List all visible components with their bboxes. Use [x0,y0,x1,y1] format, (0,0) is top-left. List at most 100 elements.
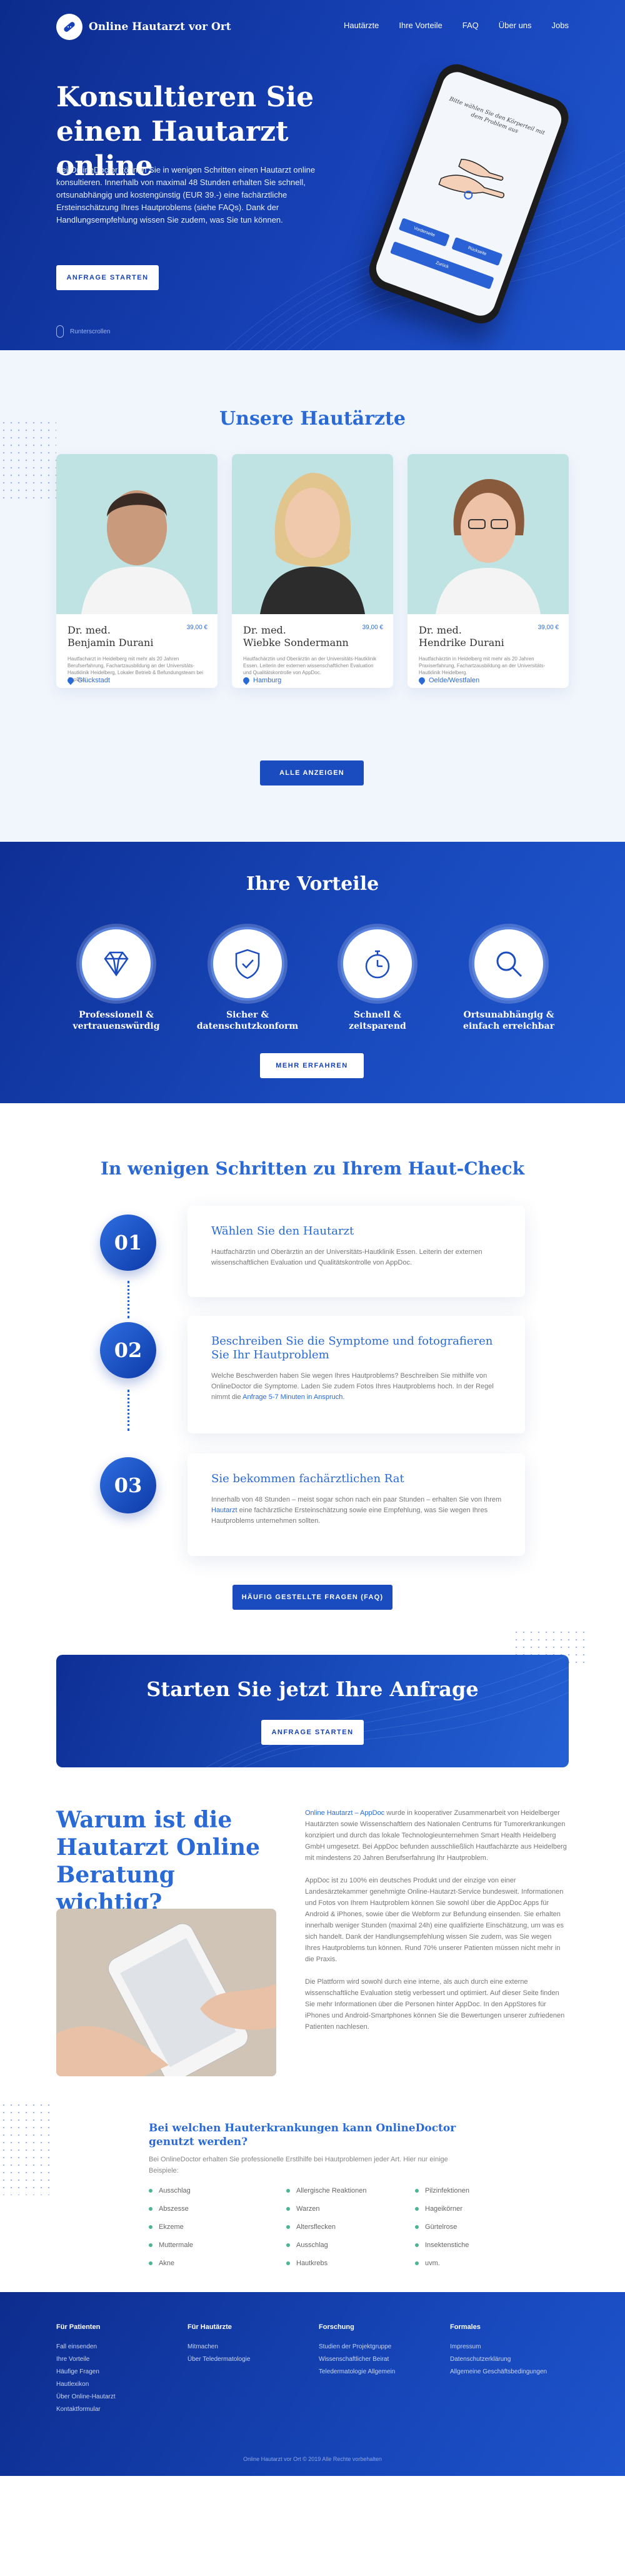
footer-link[interactable]: Teledermatologie Allgemein [319,2366,395,2378]
list-item-label: Pilzinfektionen [425,2186,469,2195]
magnifier-icon [472,927,546,1001]
banner-cta-button[interactable]: ANFRAGE STARTEN [261,1720,364,1745]
doctor-card[interactable]: Dr. med. Hendrike Durani 39,00 € Hautfach… [408,454,569,688]
nav-link-vorteile[interactable]: Ihre Vorteile [399,21,442,30]
bullet-icon [415,2261,419,2265]
nav-link-hautaerzte[interactable]: Hautärzte [344,21,379,30]
list-item: Warzen [286,2200,367,2218]
phone-front-button: Vorderseite [398,218,450,247]
step-text-link[interactable]: Hautarzt [211,1507,238,1514]
benefit-label-line1: Sicher & [226,1010,269,1020]
hand-illustration-icon [438,158,505,200]
benefit-label-line2: zeitsparend [349,1021,406,1031]
nav-link-jobs[interactable]: Jobs [552,21,569,30]
step-title: Beschreiben Sie die Symptome und fotogra… [211,1335,493,1361]
all-doctors-button[interactable]: ALLE ANZEIGEN [260,760,364,785]
shield-check-icon [211,927,284,1001]
doctor-photo [232,454,393,614]
doctor-name: Dr. med. Hendrike Durani [419,624,504,649]
benefit-label-line2: einfach erreichbar [463,1021,554,1031]
step-text-post: eine fachärztliche Ersteinschätzung sowi… [211,1507,488,1525]
bullet-icon [286,2261,290,2265]
list-item: Ausschlag [149,2181,193,2200]
list-item: Allergische Reaktionen [286,2181,367,2200]
bullet-icon [415,2243,419,2247]
location-pin-icon [241,675,251,685]
footer-link[interactable]: Ihre Vorteile [56,2353,115,2366]
benefits-section: Ihre Vorteile Professionell & vertrauensw… [0,842,625,1103]
benefit-item: Professionell & vertrauenswürdig [54,927,179,1032]
bullet-icon [149,2188,152,2193]
footer-link[interactable]: Impressum [450,2341,547,2353]
hero-section: Online Hautarzt vor Ort Hautärzte Ihre V… [0,0,625,350]
benefit-item: Sicher & datenschutzkonform [185,927,310,1032]
step-text-pre: Innerhalb von 48 Stunden – meist sogar s… [211,1496,502,1503]
doctor-fullname: Benjamin Durani [68,637,154,649]
list-item: Ausschlag [286,2236,367,2254]
doctor-fullname: Wiebke Sondermann [243,637,349,649]
doctor-location: Oelde/Westfalen [417,675,480,685]
faq-button[interactable]: HÄUFIG GESTELLTE FRAGEN (FAQ) [232,1585,392,1610]
footer-heading: Formales [450,2323,481,2331]
scroll-indicator[interactable]: Runterscrollen [56,325,110,338]
more-info-button[interactable]: MEHR ERFAHREN [260,1053,364,1078]
step-card: Wählen Sie den Hautarzt Hautfachärztin u… [188,1206,525,1297]
steps-section: In wenigen Schritten zu Ihrem Haut-Check… [0,1103,625,1789]
footer-link[interactable]: Häufige Fragen [56,2366,115,2378]
doctor-price: 39,00 € [186,624,208,631]
doctor-price: 39,00 € [362,624,383,631]
doctor-location-label: Oelde/Westfalen [429,677,480,684]
list-item-label: Muttermale [159,2241,194,2249]
logo-text: Online Hautarzt vor Ort [89,21,231,33]
bullet-icon [149,2261,152,2265]
list-item-label: Warzen [296,2205,320,2213]
doctor-card[interactable]: Dr. med. Benjamin Durani 39,00 € Hautfach… [56,454,218,688]
list-item-label: Ekzeme [159,2223,184,2231]
conditions-text: Bei OnlineDoctor erhalten Sie profession… [149,2156,448,2174]
appdoc-link[interactable]: Online Hautarzt – AppDoc [305,1809,384,1817]
list-item: Altersflecken [286,2218,367,2236]
benefit-label-line1: Ortsunabhängig & [463,1010,554,1020]
doctor-name: Dr. med. Benjamin Durani [68,624,153,649]
doctor-location-label: Hamburg [253,677,282,684]
footer-link[interactable]: Wissenschaftlicher Beirat [319,2353,395,2366]
logo[interactable]: Online Hautarzt vor Ort [56,14,231,40]
nav-link-ueber-uns[interactable]: Über uns [499,21,532,30]
footer-link[interactable]: Mitmachen [188,2341,250,2353]
footer-link[interactable]: Datenschutzerklärung [450,2353,547,2366]
doctor-card[interactable]: Dr. med. Wiebke Sondermann 39,00 € Hautfa… [232,454,393,688]
footer-link[interactable]: Hautlexikon [56,2378,115,2391]
list-item: Abszesse [149,2200,193,2218]
step-number: 01 [100,1215,156,1271]
stopwatch-icon [341,927,414,1001]
benefit-item: Ortsunabhängig & einfach erreichbar [446,927,571,1032]
nav-link-faq[interactable]: FAQ [462,21,479,30]
why-title: Warum ist die Hautarzt Online Beratung w… [56,1807,261,1916]
footer-link[interactable]: Fall einsenden [56,2341,115,2353]
step-title: Wählen Sie den Hautarzt [211,1225,354,1238]
doctor-desc: Hautfachärztin und Oberärztin an der Uni… [243,656,376,675]
footer-link[interactable]: Allgemeine Geschäftsbedingungen [450,2366,547,2378]
footer-link[interactable]: Über Teledermatologie [188,2353,250,2366]
list-item-label: Ausschlag [159,2186,191,2195]
conditions-list-col2: Allergische Reaktionen Warzen Altersflec… [286,2181,367,2272]
footer-heading: Für Hautärzte [188,2323,232,2331]
doctor-fullname: Hendrike Durani [419,637,504,649]
footer-link[interactable]: Über Online-Hautarzt [56,2391,115,2403]
doctor-name: Dr. med. Wiebke Sondermann [243,624,349,649]
doctors-title: Unsere Hautärzte [219,408,406,430]
why-paragraph-text: wurde in kooperativer Zusammenarbeit von… [305,1809,567,1862]
step-number: 03 [100,1457,156,1513]
benefit-label-line1: Schnell & [353,1010,402,1020]
list-item: Akne [149,2254,193,2272]
doctor-desc: Hautfachärztin in Heidelberg mit mehr al… [419,656,546,675]
doctor-title: Dr. med. [68,624,111,636]
why-paragraph: Online Hautarzt – AppDoc wurde in kooper… [305,1807,568,1864]
list-item: Muttermale [149,2236,193,2254]
footer-link[interactable]: Studien der Projektgruppe [319,2341,395,2353]
hero-cta-button[interactable]: ANFRAGE STARTEN [56,265,159,290]
bullet-icon [415,2225,419,2229]
footer-column: Für Patienten Fall einsenden Ihre Vortei… [56,2321,115,2416]
footer-link[interactable]: Kontaktformular [56,2403,115,2416]
list-item-label: Altersflecken [296,2223,336,2231]
